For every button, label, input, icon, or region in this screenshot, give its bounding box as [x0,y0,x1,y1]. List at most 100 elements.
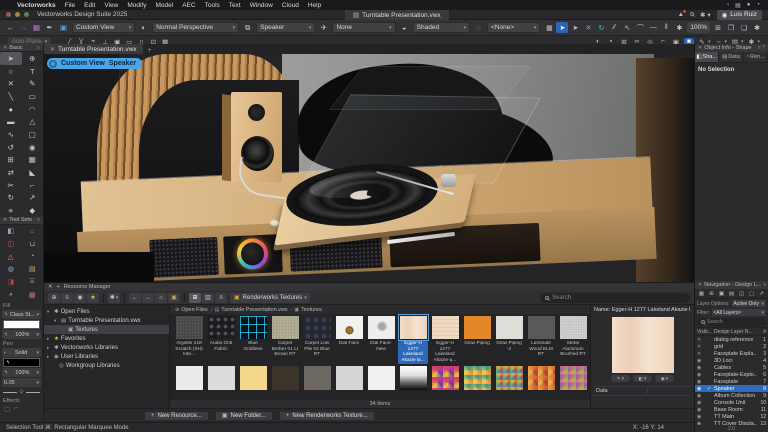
toolbar-icon[interactable]: → [18,23,29,32]
toolset-button[interactable]: ▤ [22,263,44,276]
line-style-widget[interactable]: ⬦ [3,388,40,396]
resource-search-input[interactable]: Search [540,293,690,303]
texture-item[interactable]: Glow Piping [462,316,492,364]
rm-gear-icon[interactable]: ✱▾ [108,293,120,303]
toolset-button[interactable]: ◔ [22,250,44,263]
texture-item[interactable]: Egger-H 1277 Lakeland Akazie-q... [430,316,460,364]
navigation-header[interactable]: ✕ Navigation - Design L... ≡ ? [695,281,768,289]
view-tool-icon[interactable]: ↖ [621,22,633,33]
visibility-icon[interactable]: ◉ [697,379,707,385]
close-icon[interactable]: ✕ [3,45,7,51]
object-info-tab[interactable]: ▤ Data [719,52,743,62]
texture-item[interactable]: Carpet Low Pile 04 Blue RT [302,316,332,364]
texture-item[interactable] [494,366,524,390]
tool-button[interactable]: ○ [0,65,22,78]
saved-view-dropdown[interactable]: Custom View▾ [72,22,135,33]
render-style-icon[interactable]: ◌ [473,23,484,32]
texture-item[interactable] [430,366,460,390]
preview-option-button[interactable]: ◧▾ [633,375,652,382]
texture-item[interactable] [526,366,556,390]
texture-item[interactable] [270,366,300,390]
tool-button[interactable]: ✎ [22,77,44,90]
projection-icon[interactable]: ◐ [138,23,149,32]
tree-item[interactable]: ▸ ✱ Vectorworks Libraries [44,343,169,352]
visibility-icon[interactable]: ◉ [697,386,707,392]
visibility-icon[interactable]: ✕ [697,344,707,350]
drawing-viewport[interactable]: ◎ Custom View Speaker [44,54,694,282]
texture-item[interactable]: Blue Gridlines [238,316,268,364]
texture-item[interactable]: Audio Grill Fabric [206,316,236,364]
layer-row[interactable]: ◉ Faceplate-Explo... 6 [695,371,768,378]
menu-item[interactable]: Window [250,2,273,9]
toolset-button[interactable]: ◫ [0,238,22,251]
effect-icon[interactable]: ⌐ [14,405,18,413]
texture-item[interactable]: Dial Face [334,316,364,364]
texture-item[interactable] [238,366,268,390]
tool-button[interactable]: ↺ [0,141,22,154]
tool-button[interactable]: ▬ [0,115,22,128]
layer-row[interactable]: ◉ TT Main 12 [695,413,768,420]
layer-row[interactable]: ◉ Faceplate 7 [695,378,768,385]
window-tool-icon[interactable]: ❐ [725,22,737,33]
menu-app-name[interactable]: Vectorworks [17,2,56,9]
pen-color-swatch[interactable]: ↰ [3,358,40,367]
preview-option-button[interactable]: ◉▾ [655,375,674,382]
tree-item[interactable]: ▸ ★ Favorites [44,334,169,343]
toolset-button[interactable]: ⌸ [22,276,44,289]
settings-gear-icon[interactable]: ✱ ▾ [700,11,711,19]
menu-icon[interactable]: ≡ [37,217,40,223]
layer-search-input[interactable]: Search [697,318,766,326]
view-tool-icon[interactable]: ∕∕ [608,22,620,33]
texture-item[interactable]: Laminate Wood ELM RT [526,316,556,364]
projection-dropdown[interactable]: Normal Perspective▾ [152,22,239,33]
search-icon[interactable] [690,11,694,18]
tool-button[interactable]: ↗ [22,192,44,205]
fill-style-dropdown[interactable]: ↰Class St...▾ [2,310,41,319]
tool-button[interactable]: ◆ [22,204,44,217]
render-style-dropdown[interactable]: <None>▾ [487,22,540,33]
texture-item[interactable]: Argolite 218 Scratch (SH) Inte... [174,316,204,364]
navigation-mode-icon[interactable]: ▦ [697,290,706,298]
object-info-tab[interactable]: ◧ Sha... [695,52,719,62]
visibility-icon[interactable]: ✕ [697,351,707,357]
texture-item[interactable] [398,366,428,390]
new-tab-button[interactable]: + [144,47,156,54]
texture-item[interactable]: Egger-H 1277 Lakeland Akazie la... [398,316,428,364]
tool-button[interactable]: ∿ [0,128,22,141]
tool-button[interactable]: ≡ [0,204,22,217]
texture-item[interactable]: Dial Face-New [366,316,396,364]
pen-style-dropdown[interactable]: ▪Solid▾ [2,348,41,357]
tree-item[interactable]: ◎ Workgroup Libraries [44,361,169,370]
navigation-mode-icon[interactable]: ▣ [717,290,726,298]
menu-icon[interactable]: ≡ ? [763,282,768,288]
toolset-button[interactable]: ◧ [0,225,22,238]
tool-button[interactable]: ⊞ [0,154,22,167]
layer-options-dropdown[interactable]: Active Only▾ [732,300,766,307]
preview-option-button[interactable]: ✎▾ [611,375,630,382]
toolset-button[interactable]: ◕ [0,288,22,301]
titlebar-document-tab[interactable]: ▤ Turntable Presentation.vwx [345,10,449,20]
tool-button[interactable]: △ [22,115,44,128]
rm-nav-icon[interactable]: ← [129,293,141,303]
visibility-icon[interactable]: ◉ [697,365,707,371]
texture-item[interactable] [302,366,332,390]
rm-toolbar-icon[interactable]: ⊕ [48,293,60,303]
tool-button[interactable]: ⊕ [22,52,44,65]
resource-manager-header[interactable]: ✕ + Resource Manager [44,283,694,291]
view-tool-icon[interactable]: ✱ [673,22,685,33]
layer-row[interactable]: ✕ dialog reference 1 [695,336,768,343]
rm-nav-icon[interactable]: → [142,293,154,303]
tool-button[interactable]: T [22,65,44,78]
view-tool-icon[interactable]: ➤ [556,22,568,33]
navigation-mode-icon[interactable]: ▤ [727,290,736,298]
toolset-button[interactable]: ⊔ [22,238,44,251]
navigation-mode-icon[interactable]: ▢ [747,290,756,298]
document-tab[interactable]: ✕ Turntable Presentation.vwx [44,44,144,54]
view-tool-icon[interactable]: ⌒ [634,22,646,33]
rm-action-button[interactable]: + New Resource... [144,411,209,421]
texture-item[interactable] [334,366,364,390]
rm-toolbar-icon[interactable]: ◉ [74,293,86,303]
clip-cube-dropdown[interactable]: None▾ [332,22,395,33]
rm-nav-icon[interactable]: ▣ [168,293,180,303]
visibility-icon[interactable]: ◉ [697,372,707,378]
